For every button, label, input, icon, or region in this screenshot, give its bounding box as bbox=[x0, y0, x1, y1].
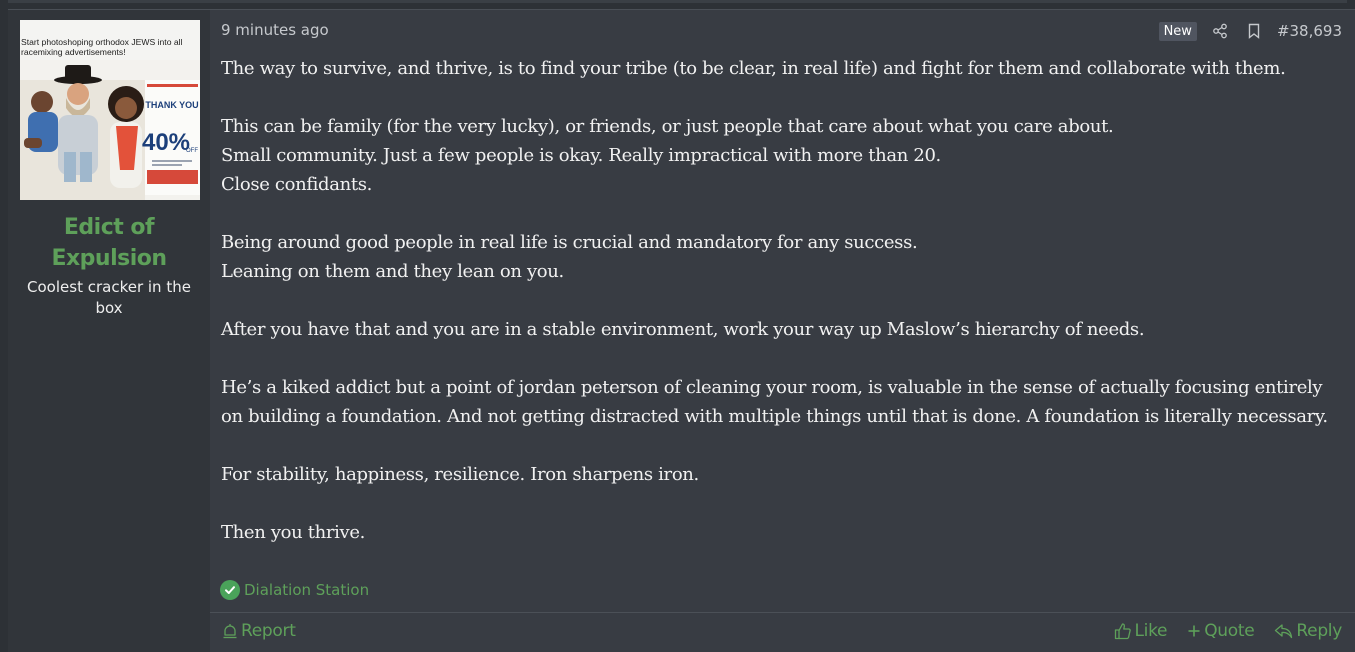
new-badge: New bbox=[1158, 21, 1197, 41]
post-paragraph: This can be family (for the very lucky),… bbox=[221, 116, 1114, 195]
post-paragraph: Being around good people in real life is… bbox=[221, 232, 918, 282]
like-label: Like bbox=[1134, 621, 1168, 641]
post-body: The way to survive, and thrive, is to fi… bbox=[221, 54, 1336, 547]
post-footer: Report Like Quote Reply bbox=[210, 612, 1355, 652]
post-paragraph: After you have that and you are in a sta… bbox=[221, 319, 1145, 340]
footer-actions: Like Quote Reply bbox=[1114, 621, 1342, 641]
share-icon[interactable] bbox=[1209, 21, 1231, 41]
check-circle-icon bbox=[220, 580, 240, 600]
quote-label: Quote bbox=[1204, 621, 1255, 641]
post-main: 9 minutes ago New #38,693 The way to sur… bbox=[210, 10, 1355, 652]
reaction-summary[interactable]: Dialation Station bbox=[220, 580, 369, 600]
reaction-label: Dialation Station bbox=[244, 581, 370, 599]
user-sidebar: Start photoshoping orthodox JEWS into al… bbox=[8, 10, 210, 652]
avatar-ad-off: OFF bbox=[186, 148, 198, 154]
previous-post-edge bbox=[8, 0, 1347, 3]
reply-label: Reply bbox=[1296, 621, 1342, 641]
post-timestamp[interactable]: 9 minutes ago bbox=[221, 21, 329, 39]
username-link[interactable]: Edict of Expulsion bbox=[34, 212, 184, 274]
report-label: Report bbox=[241, 621, 296, 641]
avatar-ad-percent: 40% bbox=[142, 129, 190, 156]
avatar-ad-title: THANK YOU bbox=[145, 100, 198, 110]
alarm-bell-icon bbox=[223, 623, 237, 638]
plus-icon bbox=[1188, 625, 1200, 637]
post: Start photoshoping orthodox JEWS into al… bbox=[8, 9, 1355, 652]
post-paragraph: Then you thrive. bbox=[221, 522, 366, 543]
post-paragraph: For stability, happiness, resilience. Ir… bbox=[221, 464, 699, 485]
bookmark-icon[interactable] bbox=[1243, 21, 1265, 41]
thumbs-up-icon bbox=[1114, 623, 1131, 640]
avatar-image: THANK YOU 40% OFF bbox=[20, 60, 200, 200]
post-number-link[interactable]: #38,693 bbox=[1277, 22, 1342, 40]
post-paragraph: The way to survive, and thrive, is to fi… bbox=[221, 58, 1286, 79]
post-meta-actions: New #38,693 bbox=[1158, 21, 1342, 41]
report-button[interactable]: Report bbox=[222, 621, 296, 641]
reply-button[interactable]: Reply bbox=[1274, 621, 1342, 641]
page: Start photoshoping orthodox JEWS into al… bbox=[0, 0, 1355, 652]
avatar[interactable]: Start photoshoping orthodox JEWS into al… bbox=[20, 20, 200, 200]
user-title: Coolest cracker in the box bbox=[27, 278, 191, 317]
like-button[interactable]: Like bbox=[1114, 621, 1168, 641]
reply-arrow-icon bbox=[1275, 624, 1293, 639]
post-paragraph: He’s a kiked addict but a point of jorda… bbox=[221, 377, 1328, 427]
quote-button[interactable]: Quote bbox=[1187, 621, 1255, 641]
avatar-caption: Start photoshoping orthodox JEWS into al… bbox=[21, 37, 183, 57]
